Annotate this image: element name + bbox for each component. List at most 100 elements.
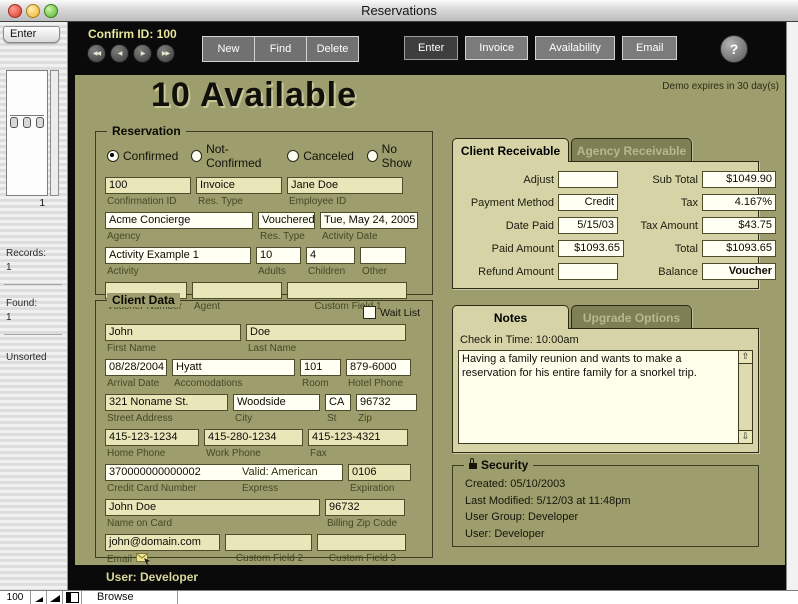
- scroll-up-icon[interactable]: ⇧: [739, 351, 752, 364]
- send-email-icon[interactable]: [136, 553, 151, 565]
- radio-canceled-icon[interactable]: [287, 150, 299, 162]
- new-button[interactable]: New: [202, 36, 255, 62]
- mode-popup[interactable]: Browse: [82, 591, 178, 604]
- arrival-date-field[interactable]: 08/28/2004: [105, 359, 167, 376]
- other-field[interactable]: [360, 247, 406, 264]
- adults-label: Adults: [256, 264, 301, 278]
- last-record-button[interactable]: ▶▶: [156, 44, 175, 63]
- name-on-card-field[interactable]: John Doe: [105, 499, 320, 516]
- radio-not-confirmed-icon[interactable]: [191, 150, 202, 162]
- record-slider[interactable]: [50, 70, 59, 196]
- notes-text[interactable]: Having a family reunion and wants to mak…: [459, 351, 752, 380]
- tab-upgrade-options[interactable]: Upgrade Options: [571, 305, 692, 329]
- home-phone-label: Home Phone: [105, 446, 199, 460]
- status-area-toggle-button[interactable]: [63, 591, 82, 604]
- radio-not-confirmed[interactable]: Not-Confirmed: [191, 142, 274, 170]
- custom-field-1[interactable]: [287, 282, 407, 299]
- book-icon[interactable]: 1: [6, 70, 59, 228]
- tab-agency-receivable[interactable]: Agency Receivable: [571, 138, 692, 162]
- find-button[interactable]: Find: [254, 36, 307, 62]
- book-page[interactable]: [6, 70, 48, 196]
- layout-popup[interactable]: Enter: [3, 26, 60, 43]
- status-area-toggle-icon: [66, 592, 79, 603]
- activity-field[interactable]: Activity Example 1: [105, 247, 251, 264]
- children-field[interactable]: 4: [306, 247, 355, 264]
- first-name-field[interactable]: John: [105, 324, 241, 341]
- paid-amount-label: Paid Amount: [460, 243, 554, 255]
- sort-status: Unsorted: [6, 352, 47, 363]
- res-type2-field[interactable]: Vouchered: [258, 212, 315, 229]
- res-type-field[interactable]: Invoice: [196, 177, 282, 194]
- tax-field[interactable]: 4.167%: [702, 194, 776, 211]
- notes-textarea[interactable]: Having a family reunion and wants to mak…: [458, 350, 753, 444]
- activity-date-field[interactable]: Tue, May 24, 2005: [320, 212, 418, 229]
- scroll-down-icon[interactable]: ⇩: [739, 430, 752, 443]
- credit-card-number-label: Credit Card Number: [105, 481, 343, 495]
- confirmation-id-field[interactable]: 100: [105, 177, 191, 194]
- billing-zip-field[interactable]: 96732: [325, 499, 405, 516]
- tax-amount-field: $43.75: [702, 217, 776, 234]
- sub-total-label: Sub Total: [636, 174, 698, 186]
- hotel-phone-field[interactable]: 879-6000: [346, 359, 411, 376]
- notes-scrollbar[interactable]: ⇧ ⇩: [738, 351, 752, 443]
- record-actions: New Find Delete: [202, 36, 358, 62]
- help-button[interactable]: ?: [720, 35, 748, 63]
- next-record-button[interactable]: ▶: [133, 44, 152, 63]
- refund-amount-field[interactable]: [558, 263, 618, 280]
- zip-field[interactable]: 96732: [356, 394, 417, 411]
- accomodations-field[interactable]: Hyatt: [172, 359, 295, 376]
- radio-canceled[interactable]: Canceled: [287, 149, 354, 163]
- tab-invoice[interactable]: Invoice: [465, 36, 528, 60]
- field-row: Activity Example 1Activity 10Adults 4Chi…: [105, 247, 424, 278]
- date-paid-field[interactable]: 5/15/03: [558, 217, 618, 234]
- first-record-button[interactable]: ◀◀: [87, 44, 106, 63]
- city-field[interactable]: Woodside: [233, 394, 320, 411]
- refund-amount-label: Refund Amount: [460, 266, 554, 278]
- radio-no-show[interactable]: No Show: [367, 142, 424, 170]
- zoom-in-button[interactable]: [47, 591, 63, 604]
- payment-method-field[interactable]: Credit: [558, 194, 618, 211]
- custom-field-3[interactable]: [317, 534, 406, 551]
- work-phone-field[interactable]: 415-280-1234: [204, 429, 303, 446]
- notes-body: Check in Time: 10:00am Having a family r…: [452, 328, 759, 453]
- street-address-field[interactable]: 321 Noname St.: [105, 394, 228, 411]
- room-field[interactable]: 101: [300, 359, 341, 376]
- tab-enter[interactable]: Enter: [404, 36, 458, 60]
- radio-confirmed[interactable]: Confirmed: [107, 149, 178, 163]
- last-name-field[interactable]: Doe: [246, 324, 406, 341]
- state-field[interactable]: CA: [325, 394, 351, 411]
- tab-client-receivable[interactable]: Client Receivable: [452, 138, 569, 162]
- field-row: 100Confirmation ID InvoiceRes. Type Jane…: [105, 177, 424, 208]
- tab-availability[interactable]: Availability: [535, 36, 615, 60]
- custom-field-2[interactable]: [225, 534, 312, 551]
- fax-field[interactable]: 415-123-4321: [308, 429, 408, 446]
- home-phone-field[interactable]: 415-123-1234: [105, 429, 199, 446]
- accomodations-label: Accomodations: [172, 376, 295, 390]
- window-scrollbar[interactable]: [786, 22, 798, 590]
- card-validation-text: Valid: American: [242, 466, 318, 478]
- expiration-field[interactable]: 0106: [348, 464, 411, 481]
- wait-list-checkbox[interactable]: [363, 306, 376, 319]
- wait-list-control[interactable]: Wait List: [363, 306, 420, 319]
- radio-no-show-icon[interactable]: [367, 150, 378, 162]
- tab-email[interactable]: Email: [622, 36, 678, 60]
- field-row: 415-123-1234Home Phone 415-280-1234Work …: [105, 429, 424, 460]
- custom-field-2-label: Custom Field 2: [225, 551, 312, 565]
- other-label: Other: [360, 264, 406, 278]
- email-field[interactable]: john@domain.com: [105, 534, 220, 551]
- radio-confirmed-icon[interactable]: [107, 150, 119, 162]
- adults-field[interactable]: 10: [256, 247, 301, 264]
- employee-id-field[interactable]: Jane Doe: [287, 177, 403, 194]
- delete-button[interactable]: Delete: [306, 36, 359, 62]
- agency-field[interactable]: Acme Concierge: [105, 212, 253, 229]
- zoom-out-button[interactable]: [31, 591, 47, 604]
- agent-field[interactable]: [192, 282, 282, 299]
- client-data-section-title: Client Data: [107, 293, 180, 307]
- previous-record-button[interactable]: ◀: [110, 44, 129, 63]
- adjust-field[interactable]: [558, 171, 618, 188]
- zoom-level[interactable]: 100: [0, 591, 31, 604]
- paid-amount-field[interactable]: $1093.65: [558, 240, 624, 257]
- tab-notes[interactable]: Notes: [452, 305, 569, 329]
- total-label: Total: [636, 243, 698, 255]
- security-section-title: Security: [464, 458, 533, 472]
